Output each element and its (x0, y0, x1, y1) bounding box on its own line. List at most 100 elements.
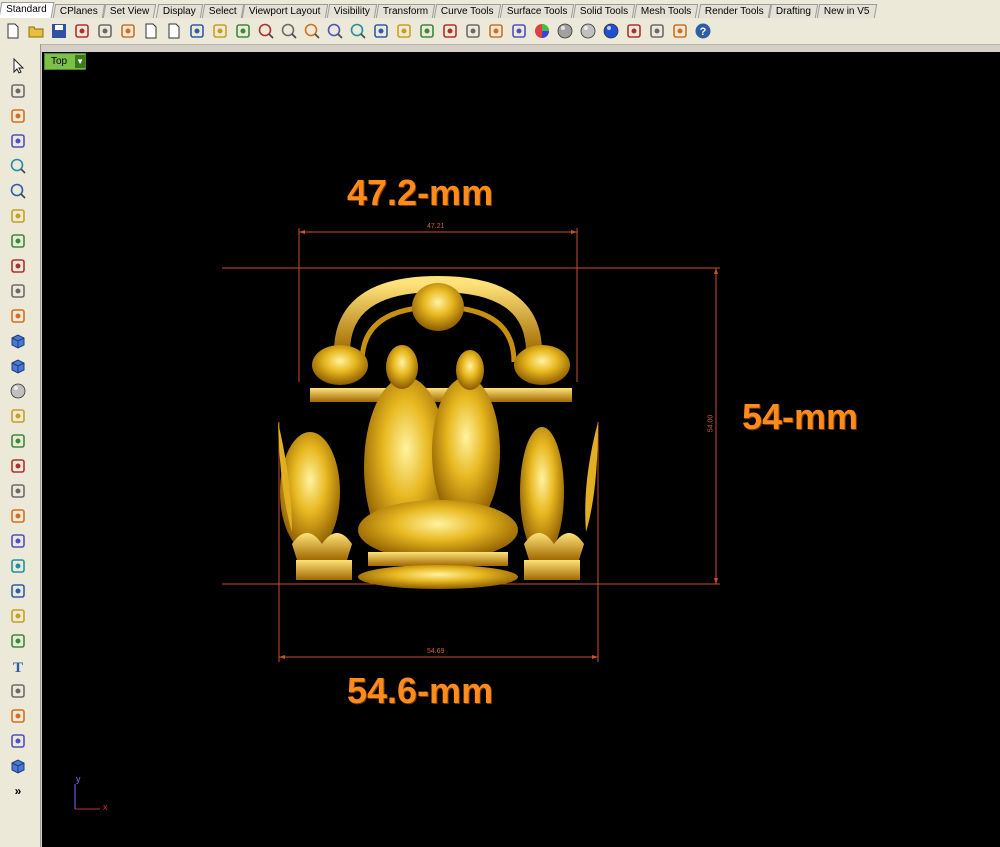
split-icon[interactable] (8, 531, 28, 551)
model-left-base (296, 560, 352, 580)
help-icon[interactable]: ? (693, 21, 713, 41)
rotate-icon[interactable] (8, 631, 28, 651)
tab-surface-tools[interactable]: Surface Tools (499, 4, 575, 18)
car-icon[interactable] (394, 21, 414, 41)
block-icon[interactable] (8, 731, 28, 751)
rectangle-icon[interactable] (8, 231, 28, 251)
tab-label: New in V5 (824, 6, 870, 17)
tab-label: Solid Tools (579, 6, 629, 17)
zoom-previous-icon[interactable] (348, 21, 368, 41)
undo-icon[interactable] (187, 21, 207, 41)
model-central-crown-left (386, 345, 418, 389)
cut-icon[interactable] (118, 21, 138, 41)
zoom-selected-icon[interactable] (325, 21, 345, 41)
color-wheel-icon[interactable] (532, 21, 552, 41)
tab-new-in-v5[interactable]: New in V5 (817, 4, 878, 18)
explode-icon[interactable] (8, 481, 28, 501)
copy-icon[interactable] (141, 21, 161, 41)
array-icon[interactable] (8, 581, 28, 601)
tab-transform[interactable]: Transform (375, 4, 436, 18)
show-icon[interactable] (440, 21, 460, 41)
points-icon[interactable] (8, 456, 28, 476)
zoom-extents-icon[interactable] (302, 21, 322, 41)
properties-icon[interactable] (670, 21, 690, 41)
tab-mesh-tools[interactable]: Mesh Tools (633, 4, 699, 18)
light-icon[interactable] (463, 21, 483, 41)
sphere-blue-icon[interactable] (601, 21, 621, 41)
tab-label: CPlanes (59, 6, 98, 17)
move-icon[interactable] (8, 606, 28, 626)
pan-hand-icon[interactable] (210, 21, 230, 41)
tab-select[interactable]: Select (201, 4, 244, 18)
tab-label: Curve Tools (440, 6, 494, 17)
tab-label: Display (162, 6, 196, 17)
tab-standard[interactable]: Standard (0, 2, 55, 18)
open-icon[interactable] (26, 21, 46, 41)
model-right-leaf (585, 422, 598, 532)
dimension-icon[interactable] (8, 681, 28, 701)
tab-set-view[interactable]: Set View (103, 4, 157, 18)
print-icon[interactable] (72, 21, 92, 41)
axis-y-label: y (76, 774, 81, 784)
polygon-icon[interactable] (8, 206, 28, 226)
spheres-icon[interactable] (8, 381, 28, 401)
label-bottom: 54.6-mm (347, 670, 494, 711)
model-central-crown-right (456, 350, 484, 390)
tab-render-tools[interactable]: Render Tools (697, 4, 771, 18)
sphere-shaded-icon[interactable] (578, 21, 598, 41)
label-width: 47.2-mm (347, 172, 494, 213)
circle-icon[interactable] (8, 156, 28, 176)
rotate-view-icon[interactable] (233, 21, 253, 41)
model-top-beam (310, 388, 572, 402)
import-icon[interactable] (95, 21, 115, 41)
layer-icon[interactable] (509, 21, 529, 41)
ellipse-icon[interactable] (8, 181, 28, 201)
trim-icon[interactable] (8, 506, 28, 526)
tab-curve-tools[interactable]: Curve Tools (433, 4, 501, 18)
svg-text:?: ? (700, 26, 707, 38)
zoom-icon[interactable] (256, 21, 276, 41)
settings-icon[interactable] (647, 21, 667, 41)
tab-label: Viewport Layout (249, 6, 321, 17)
flag-icon[interactable] (624, 21, 644, 41)
model-central-base-top (368, 552, 508, 566)
zoom-window-icon[interactable] (279, 21, 299, 41)
tab-cplanes[interactable]: CPlanes (52, 4, 105, 18)
more-label: » (14, 784, 22, 798)
surface-icon[interactable] (8, 306, 28, 326)
curve-icon[interactable] (8, 131, 28, 151)
surface-loft-icon[interactable] (8, 406, 28, 426)
polyline-icon[interactable] (8, 106, 28, 126)
lock-icon[interactable] (486, 21, 506, 41)
save-icon[interactable] (49, 21, 69, 41)
mesh-icon[interactable] (8, 431, 28, 451)
paste-icon[interactable] (164, 21, 184, 41)
box-icon[interactable] (8, 356, 28, 376)
extrude-icon[interactable] (8, 331, 28, 351)
gold-relief-model[interactable] (42, 52, 1000, 847)
tab-drafting[interactable]: Drafting (769, 4, 819, 18)
model-seat (358, 500, 518, 560)
tab-visibility[interactable]: Visibility (326, 4, 377, 18)
hide-icon[interactable] (417, 21, 437, 41)
point-icon[interactable] (8, 81, 28, 101)
tab-label: Visibility (333, 6, 370, 17)
left-toolbar: T» (0, 44, 41, 847)
tab-solid-tools[interactable]: Solid Tools (572, 4, 636, 18)
fillet-icon[interactable] (8, 281, 28, 301)
arc-icon[interactable] (8, 256, 28, 276)
tab-display[interactable]: Display (155, 4, 203, 18)
viewport-top[interactable]: Top ▼ 47.2-mm 47.21 54-mm 54.00 54.6-mm … (42, 52, 1000, 847)
tab-viewport-layout[interactable]: Viewport Layout (242, 4, 329, 18)
render-icon[interactable] (8, 756, 28, 776)
boolean-icon[interactable] (8, 556, 28, 576)
select-arrow-icon[interactable] (8, 56, 28, 76)
more-icon[interactable]: » (8, 781, 28, 801)
sphere-gray-icon[interactable] (555, 21, 575, 41)
new-icon[interactable] (3, 21, 23, 41)
group-icon[interactable] (8, 706, 28, 726)
text-icon[interactable]: T (8, 656, 28, 676)
four-views-icon[interactable] (371, 21, 391, 41)
model-right-animal (514, 345, 570, 385)
tab-label: Transform (382, 6, 428, 17)
